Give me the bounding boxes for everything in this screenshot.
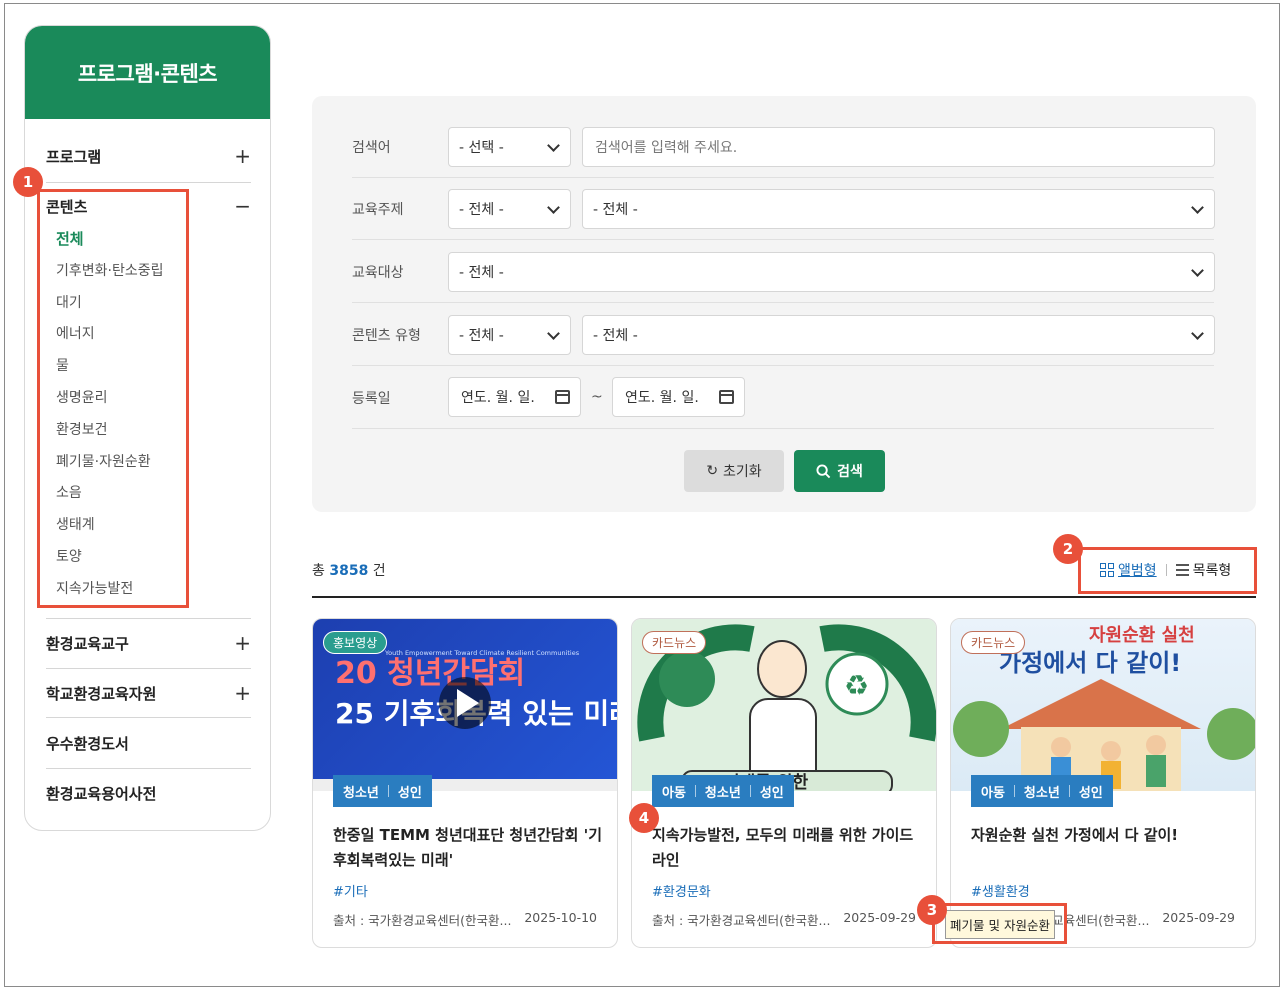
card-hashtag[interactable]: #기타 [333, 881, 368, 900]
annotation-badge-3: 3 [917, 895, 947, 925]
annotation-badge-4: 4 [629, 803, 659, 833]
search-button[interactable]: 검색 [794, 450, 885, 492]
result-total: 총 3858 건 [312, 563, 386, 579]
nav-item-school-resources[interactable]: 학교환경교육자원 + [46, 681, 251, 705]
date-to-input[interactable]: 연도. 월. 일. [612, 377, 745, 417]
divider [46, 618, 251, 619]
search-panel: 검색어 - 선택 - 검색어를 입력해 주세요. 교육주제 - 전체 - - 전… [312, 96, 1256, 512]
collapse-icon[interactable]: − [234, 196, 251, 216]
results-divider [312, 596, 1256, 598]
card-date: 2025-09-29 [843, 910, 916, 925]
nav-label: 프로그램 [46, 147, 102, 166]
category-chip: 카드뉴스 [961, 631, 1026, 654]
keyword-input[interactable]: 검색어를 입력해 주세요. [582, 127, 1215, 167]
svg-text:가정에서 다 같이!: 가정에서 다 같이! [999, 649, 1181, 677]
date-separator: ~ [591, 389, 603, 405]
result-count: 3858 [329, 563, 369, 579]
nav-label: 환경교육용어사전 [46, 784, 157, 803]
nav-item-glossary[interactable]: 환경교육용어사전 [46, 781, 251, 805]
card-hashtag[interactable]: #환경문화 [652, 881, 711, 900]
card-title[interactable]: 지속가능발전, 모두의 미래를 위한 가이드라인 [652, 823, 922, 873]
annotation-box-3 [932, 903, 1067, 944]
card-title[interactable]: 한중일 TEMM 청년대표단 청년간담회 '기후회복력있는 미래' [333, 823, 603, 873]
date-label: 등록일 [352, 390, 391, 407]
card-title[interactable]: 자원순환 실천 가정에서 다 같이! [971, 823, 1241, 848]
expand-icon[interactable]: + [234, 146, 251, 166]
search-row-date: 등록일 연도. 월. 일. ~ 연도. 월. 일. [352, 367, 1214, 429]
content-card[interactable]: Youth Empowerment Toward Climate Resilie… [312, 618, 618, 948]
audience-tags: 청소년 성인 [333, 775, 432, 807]
search-row-keyword: 검색어 - 선택 - 검색어를 입력해 주세요. [352, 116, 1215, 178]
card-date: 2025-09-29 [1162, 910, 1235, 925]
nav-item-teaching-tools[interactable]: 환경교육교구 + [46, 631, 251, 655]
card-source: 출처 : 국가환경교육센터(한국환... [333, 913, 512, 928]
topic-select-2[interactable]: - 전체 - [582, 189, 1215, 229]
svg-text:♻: ♻ [844, 669, 869, 702]
search-row-target: 교육대상 - 전체 - [352, 241, 1215, 303]
card-thumbnail[interactable]: 자원순환 실천 가정에서 다 같이! 카드뉴스 [951, 619, 1255, 791]
search-icon [816, 463, 831, 478]
divider [46, 182, 251, 183]
keyword-type-select[interactable]: - 선택 - [448, 127, 571, 167]
svg-text:자원순환 실천: 자원순환 실천 [1089, 624, 1195, 646]
keyword-label: 검색어 [352, 139, 391, 156]
annotation-box-1 [37, 189, 189, 608]
chevron-down-icon [1191, 201, 1204, 214]
topic-select-1[interactable]: - 전체 - [448, 189, 571, 229]
type-select-1[interactable]: - 전체 - [448, 315, 571, 355]
nav-item-program[interactable]: 프로그램 + [46, 144, 251, 168]
card-source: 출처 : 국가환경교육센터(한국환... [652, 913, 831, 928]
annotation-badge-1: 1 [13, 167, 43, 197]
nav-item-books[interactable]: 우수환경도서 [46, 731, 251, 755]
category-chip: 홍보영상 [323, 631, 388, 654]
card-date: 2025-10-10 [524, 910, 597, 925]
chevron-down-icon [547, 139, 560, 152]
chevron-down-icon [1191, 264, 1204, 277]
nav-label: 환경교육교구 [46, 634, 129, 653]
audience-tags: 아동 청소년 성인 [971, 775, 1113, 807]
content-card[interactable]: 자원순환 실천 가정에서 다 같이! 카드뉴스 아동 청소년 성인 자원순환 실천 … [950, 618, 1256, 948]
target-select[interactable]: - 전체 - [448, 252, 1215, 292]
reset-button[interactable]: ↻ 초기화 [684, 450, 784, 492]
search-row-type: 콘텐츠 유형 - 전체 - - 전체 - [352, 304, 1215, 366]
annotation-box-2 [1078, 547, 1257, 594]
expand-icon[interactable]: + [234, 683, 251, 703]
divider [46, 768, 251, 769]
calendar-icon[interactable] [555, 390, 570, 404]
nav-label: 학교환경교육자원 [46, 684, 157, 703]
sidebar-title: 프로그램·콘텐츠 [25, 26, 270, 119]
divider [46, 668, 251, 669]
card-thumbnail[interactable]: Youth Empowerment Toward Climate Resilie… [313, 619, 617, 791]
topic-label: 교육주제 [352, 201, 404, 218]
audience-tags: 아동 청소년 성인 [652, 775, 794, 807]
type-label: 콘텐츠 유형 [352, 327, 421, 344]
card-hashtag[interactable]: #생활환경 [971, 881, 1030, 900]
type-select-2[interactable]: - 전체 - [582, 315, 1215, 355]
refresh-icon: ↻ [706, 463, 719, 479]
chevron-down-icon [547, 201, 560, 214]
target-label: 교육대상 [352, 264, 404, 281]
divider [46, 717, 251, 718]
date-from-input[interactable]: 연도. 월. 일. [448, 377, 581, 417]
chevron-down-icon [1191, 327, 1204, 340]
search-row-topic: 교육주제 - 전체 - - 전체 - [352, 178, 1215, 240]
calendar-icon[interactable] [719, 390, 734, 404]
content-card[interactable]: ♻ 미래를 위한 카드뉴스 아동청소년성인 지속가능발전, 모두의 미래를 위한… [631, 618, 937, 948]
expand-icon[interactable]: + [234, 633, 251, 653]
chevron-down-icon [547, 327, 560, 340]
card-thumbnail[interactable]: ♻ 미래를 위한 카드뉴스 [632, 619, 936, 791]
nav-label: 우수환경도서 [46, 734, 129, 753]
annotation-badge-2: 2 [1053, 534, 1083, 564]
category-chip: 카드뉴스 [642, 631, 707, 654]
svg-text:20 청년간담회: 20 청년간담회 [335, 656, 525, 691]
